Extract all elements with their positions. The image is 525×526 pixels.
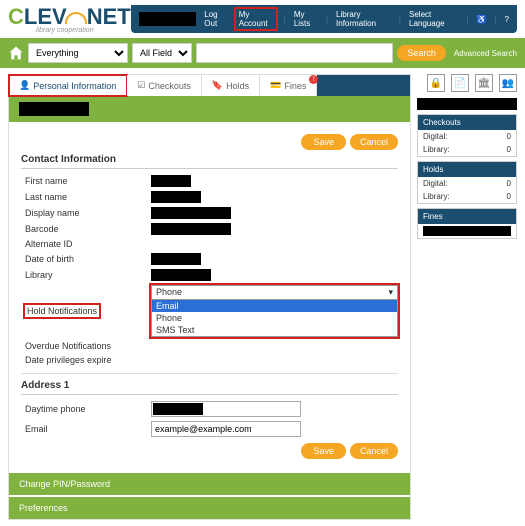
check-icon: ☑: [137, 80, 145, 91]
cancel-button[interactable]: Cancel: [350, 134, 398, 150]
email-label: Email: [21, 424, 151, 434]
chevron-down-icon: ▾: [388, 287, 393, 298]
tab-checkouts[interactable]: ☑ Checkouts: [127, 75, 202, 96]
side-name-redacted: [417, 98, 517, 110]
search-fields-select[interactable]: All Fields: [132, 43, 192, 63]
people-icon[interactable]: 👥: [499, 74, 517, 92]
hold-notifications-dropdown[interactable]: Phone ▾ Email Phone SMS Text: [151, 285, 398, 337]
card-icon: 💳: [270, 80, 281, 91]
my-account-link[interactable]: My Account: [236, 9, 276, 29]
side-panel-holds: Holds Digital: 0 Library: 0: [417, 161, 517, 204]
search-input[interactable]: [196, 43, 393, 63]
tab-fines[interactable]: 💳 Fines !: [260, 75, 317, 96]
tab-label: Personal Information: [33, 81, 116, 91]
preferences-bar[interactable]: Preferences: [9, 497, 410, 519]
phone-redacted: [153, 403, 203, 415]
bookmark-icon: 🔖: [212, 80, 223, 91]
tab-label: Holds: [226, 81, 249, 91]
side-library-count: 0: [507, 192, 511, 201]
logo-tagline: library cooperation: [36, 27, 131, 34]
main-panel: 👤 Personal Information ☑ Checkouts 🔖 Hol…: [8, 74, 411, 520]
overdue-notifications-label: Overdue Notifications: [21, 341, 151, 351]
side-head-fines: Fines: [418, 209, 516, 224]
change-pin-bar[interactable]: Change PIN/Password: [9, 473, 410, 495]
logo[interactable]: CLEVNET library cooperation: [8, 4, 131, 34]
side-head-holds: Holds: [418, 162, 516, 177]
tab-holds[interactable]: 🔖 Holds: [202, 75, 260, 96]
person-icon: 👤: [19, 80, 30, 91]
lock-icon[interactable]: 🔒: [427, 74, 445, 92]
dropdown-options-list: Email Phone SMS Text: [151, 300, 398, 337]
sidebar: 🔒 📄 🏛 👥 Checkouts Digital: 0 Library: 0 Ho…: [417, 74, 517, 520]
dropdown-option-sms[interactable]: SMS Text: [152, 324, 397, 336]
home-icon[interactable]: [8, 45, 24, 61]
doc-arrow-icon[interactable]: 📄: [451, 74, 469, 92]
email-input[interactable]: [151, 421, 301, 437]
library-label: Library: [21, 270, 151, 280]
save-button-bottom[interactable]: Save: [301, 443, 346, 459]
top-nav: Log Out My Account | My Lists | Library …: [131, 5, 517, 33]
barcode-label: Barcode: [21, 224, 151, 234]
search-bar: Everything All Fields Search Advanced Se…: [0, 38, 525, 68]
side-head-checkouts: Checkouts: [418, 115, 516, 130]
address-section-title: Address 1: [21, 380, 398, 395]
save-button[interactable]: Save: [301, 134, 346, 150]
alternate-id-label: Alternate ID: [21, 239, 151, 249]
tab-personal-information[interactable]: 👤 Personal Information: [9, 75, 127, 96]
side-digital-label: Digital:: [423, 132, 447, 141]
tab-filler: [317, 75, 410, 96]
side-digital-count: 0: [507, 179, 511, 188]
dropdown-selected-value: Phone: [156, 287, 182, 298]
tab-label: Fines: [284, 81, 306, 91]
logout-link[interactable]: Log Out: [204, 10, 227, 28]
fines-value-redacted: [423, 226, 511, 236]
side-digital-label: Digital:: [423, 179, 447, 188]
first-name-value: [151, 175, 191, 187]
alert-badge-icon: !: [309, 75, 318, 84]
contact-section-title: Contact Information: [21, 154, 398, 169]
daytime-phone-label: Daytime phone: [21, 404, 151, 414]
help-icon[interactable]: ?: [505, 15, 509, 24]
side-panel-fines: Fines: [417, 208, 517, 239]
building-icon[interactable]: 🏛: [475, 74, 493, 92]
side-panel-checkouts: Checkouts Digital: 0 Library: 0: [417, 114, 517, 157]
side-digital-count: 0: [507, 132, 511, 141]
side-library-count: 0: [507, 145, 511, 154]
dob-label: Date of birth: [21, 254, 151, 264]
library-info-link[interactable]: Library Information: [336, 10, 391, 28]
accessibility-icon[interactable]: ♿: [477, 15, 487, 24]
side-library-label: Library:: [423, 145, 450, 154]
search-button[interactable]: Search: [397, 45, 446, 61]
last-name-value: [151, 191, 201, 203]
name-redacted: [19, 102, 89, 116]
hold-notifications-label: Hold Notifications: [21, 306, 151, 316]
cancel-button-bottom[interactable]: Cancel: [350, 443, 398, 459]
account-name-header: [9, 96, 410, 122]
display-name-value: [151, 207, 231, 219]
last-name-label: Last name: [21, 192, 151, 202]
library-value: [151, 269, 211, 281]
my-lists-link[interactable]: My Lists: [294, 10, 318, 28]
select-language-link[interactable]: Select Language: [409, 10, 458, 28]
tab-label: Checkouts: [148, 81, 191, 91]
dropdown-option-email[interactable]: Email: [152, 300, 397, 312]
username-redacted: [139, 12, 197, 26]
search-scope-select[interactable]: Everything: [28, 43, 128, 63]
barcode-value: [151, 223, 231, 235]
dropdown-option-phone[interactable]: Phone: [152, 312, 397, 324]
advanced-search-link[interactable]: Advanced Search: [454, 49, 517, 58]
date-privileges-label: Date privileges expire: [21, 355, 151, 365]
side-library-label: Library:: [423, 192, 450, 201]
tab-row: 👤 Personal Information ☑ Checkouts 🔖 Hol…: [9, 75, 410, 96]
first-name-label: First name: [21, 176, 151, 186]
dob-value: [151, 253, 201, 265]
display-name-label: Display name: [21, 208, 151, 218]
